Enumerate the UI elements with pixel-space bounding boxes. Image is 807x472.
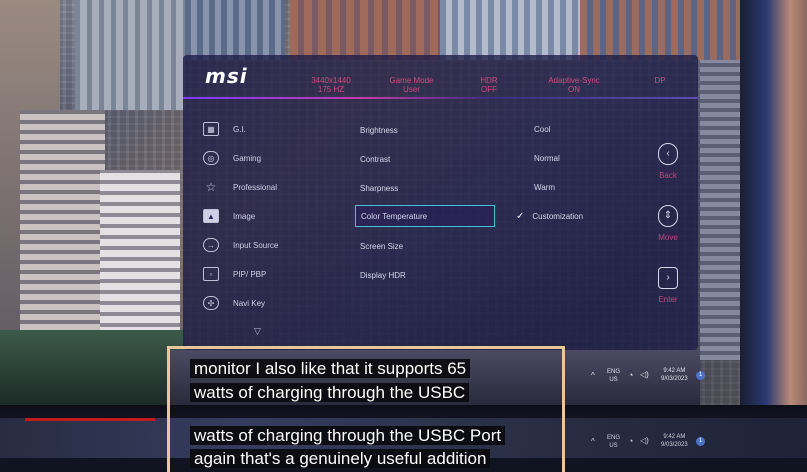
star-icon: ☆ [205, 180, 217, 194]
menu-item-gi[interactable]: ▦ G.I. [203, 119, 353, 139]
submenu-display-hdr[interactable]: Display HDR [355, 264, 495, 286]
video-frame: msi 3440x1440 175 HZ Game Mode User HDR … [0, 0, 807, 472]
back-icon: ‹ [658, 143, 678, 165]
caption-line-1: monitor I also like that it supports 65 [190, 358, 471, 379]
nav-enter[interactable]: › Enter [638, 267, 698, 304]
monitor-edge [740, 0, 807, 405]
submenu-brightness[interactable]: Brightness [355, 119, 495, 141]
tray-expand-icon[interactable]: ^ [591, 371, 595, 380]
option-warm[interactable]: Warm [516, 177, 626, 197]
move-icon: ⇕ [658, 205, 678, 227]
monitor-osd-menu: msi 3440x1440 175 HZ Game Mode User HDR … [183, 55, 698, 350]
language-indicator: ENG US [607, 435, 621, 449]
submenu-color-temperature[interactable]: Color Temperature [355, 205, 495, 227]
red-progress-strip [25, 418, 155, 421]
menu-item-pip-pbp[interactable]: ▫ PIP/ PBP [203, 264, 353, 284]
option-customization[interactable]: ✓ Customization [516, 206, 626, 226]
menu-item-professional[interactable]: ☆ Professional [203, 177, 353, 197]
submenu-screen-size[interactable]: Screen Size [355, 235, 495, 257]
volume-icon[interactable]: ◁) [640, 370, 649, 379]
enter-icon: › [658, 267, 678, 289]
gamepad-icon: ◎ [203, 151, 219, 165]
resolution-status: 3440x1440 175 HZ [311, 76, 351, 94]
navi-key-icon: ✣ [203, 296, 219, 310]
menu-item-image[interactable]: ▲ Image [203, 206, 353, 226]
option-cool[interactable]: Cool [516, 119, 626, 139]
picture-icon: ▲ [203, 209, 219, 223]
menu-item-gaming[interactable]: ◎ Gaming [203, 148, 353, 168]
notification-icon: 1 [696, 437, 705, 446]
osd-header: msi 3440x1440 175 HZ Game Mode User HDR … [183, 55, 698, 99]
taskbar-tray-duplicate: ^ ENG US ◔ ◁) 9:42 AM 9/03/2023 1 [585, 432, 740, 452]
language-indicator[interactable]: ENG US [607, 368, 620, 384]
clock[interactable]: 9:42 AM 9/03/2023 [661, 367, 688, 383]
menu-item-input-source[interactable]: → Input Source [203, 235, 353, 255]
caption-box: monitor I also like that it supports 65 … [167, 346, 565, 472]
input-source-icon: → [203, 238, 219, 252]
osd-navigation-hints: ‹ Back ⇕ Move › Enter [638, 143, 698, 323]
submenu-contrast[interactable]: Contrast [355, 148, 495, 170]
caption-line-4: again that's a genuinely useful addition [190, 448, 491, 469]
clock: 9:42 AM 9/03/2023 [661, 434, 688, 448]
nav-move[interactable]: ⇕ Move [638, 205, 698, 242]
taskbar-tray: ^ ENG US ◔ ◁) 9:42 AM 9/03/2023 1 [585, 366, 740, 386]
nav-back[interactable]: ‹ Back [638, 143, 698, 180]
input-port-status: DP [654, 76, 666, 85]
volume-icon: ◁) [640, 436, 649, 445]
hdr-status: HDR OFF [480, 76, 498, 94]
pip-icon: ▫ [203, 267, 219, 281]
game-mode-status: Game Mode User [389, 76, 434, 94]
tray-expand-icon: ^ [591, 437, 595, 446]
osd-accent-line [183, 97, 698, 99]
notification-icon[interactable]: 1 [696, 371, 705, 380]
wifi-icon: ◔ [628, 436, 634, 446]
check-icon: ✓ [516, 210, 525, 222]
chevron-down-icon[interactable]: ▽ [254, 326, 261, 337]
submenu-sharpness[interactable]: Sharpness [355, 177, 495, 199]
caption-line-3: watts of charging through the USBC Port [190, 425, 506, 446]
option-normal[interactable]: Normal [516, 148, 626, 168]
menu-item-navi-key[interactable]: ✣ Navi Key [203, 293, 353, 313]
gi-icon: ▦ [203, 122, 219, 136]
msi-logo: msi [205, 64, 248, 88]
caption-line-2: watts of charging through the USBC [190, 382, 470, 403]
adaptive-sync-status: Adaptive-Sync ON [548, 76, 600, 94]
wifi-icon[interactable]: ◔ [628, 370, 633, 380]
